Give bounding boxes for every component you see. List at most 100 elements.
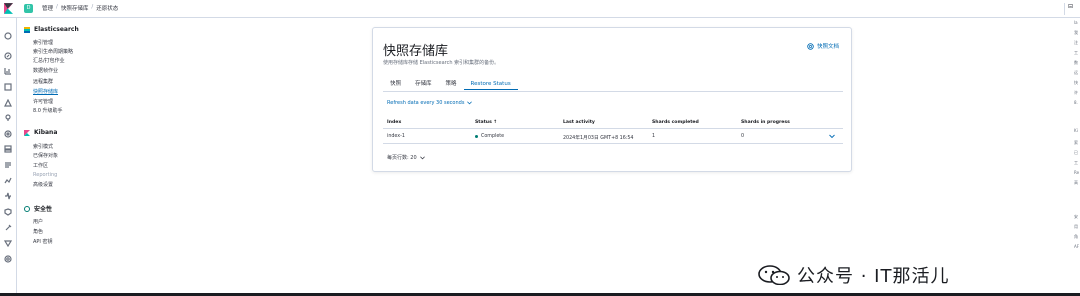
siem-icon[interactable] <box>4 201 12 216</box>
cropped-text: 角 <box>1074 234 1078 239</box>
management-sidenav: Elasticsearch 索引管理 索引生命周期策略 汇总/打包作业 数据帧作… <box>17 18 127 294</box>
breadcrumb-restore-status: 还原状态 <box>96 6 119 12</box>
sidebar-item-spaces[interactable]: 工作区 <box>33 162 48 169</box>
kibana-icon <box>24 129 30 136</box>
cropped-text: 远 <box>1074 70 1078 75</box>
refresh-label: Refresh data every 30 seconds <box>387 100 465 106</box>
kibana-logo[interactable] <box>0 0 17 17</box>
logs-icon[interactable] <box>4 154 12 168</box>
cropped-text: 8. <box>1074 100 1078 105</box>
elasticsearch-icon <box>24 26 30 33</box>
discover-icon[interactable] <box>4 45 12 60</box>
sidebar-item-api-keys[interactable]: API 密钥 <box>33 238 53 245</box>
cropped-text: Re <box>1074 170 1080 175</box>
tab-policies[interactable]: 策略 <box>439 78 464 90</box>
sidebar-item-rollup-jobs[interactable]: 汇总/打包作业 <box>33 57 65 64</box>
cell-index: index-1 <box>387 134 405 139</box>
nav-group-kibana: Kibana <box>24 129 57 136</box>
expand-row-icon[interactable] <box>829 134 835 139</box>
column-header-shards-in-progress[interactable]: Shards in progress <box>741 120 790 125</box>
breadcrumb-management[interactable]: 管理 <box>42 4 53 12</box>
sidebar-item-transforms[interactable]: 数据帧作业 <box>33 67 58 74</box>
nav-group-title: Kibana <box>34 129 58 136</box>
cell-shards-completed: 1 <box>652 134 656 139</box>
table-row: index-1 Complete 2024年1月03日 GMT+8 16:54 … <box>383 129 843 144</box>
chevron-down-icon <box>419 155 425 159</box>
sidebar-item-reporting[interactable]: Reporting <box>33 172 57 178</box>
column-header-index[interactable]: Index <box>387 120 401 125</box>
snapshot-docs-link[interactable]: 快照文档 <box>807 42 839 50</box>
cropped-text: 已 <box>1074 150 1078 155</box>
sidebar-item-remote-clusters[interactable]: 远程集群 <box>33 78 53 85</box>
cropped-text: 安 <box>1074 214 1078 219</box>
nav-group-title: Elasticsearch <box>34 26 79 33</box>
breadcrumb-separator: / <box>91 4 94 10</box>
cropped-text: 用 <box>1074 224 1078 229</box>
sidebar-item-index-patterns[interactable]: 索引模式 <box>33 143 53 150</box>
watermark-text: 公众号 · IT那活儿 <box>797 266 950 287</box>
sidebar-item-upgrade-assistant[interactable]: 8.0 升级助手 <box>33 107 63 114</box>
cropped-right-column: la 我 注 工 数 远 快 许 8. Ki 索 已 工 Re 高 安 用 角 … <box>1072 18 1080 294</box>
page-title: 快照存储库 <box>383 44 449 59</box>
tab-repositories[interactable]: 存储库 <box>408 78 439 90</box>
visualize-icon[interactable] <box>4 60 12 75</box>
ml-icon[interactable] <box>4 123 12 138</box>
sidebar-item-users[interactable]: 用户 <box>33 218 43 225</box>
chevron-down-icon <box>467 101 473 105</box>
page-description: 使用存储库存储 Elasticsearch 索引和集群的备份。 <box>383 60 500 66</box>
uptime-icon[interactable] <box>4 185 12 200</box>
sidebar-item-snapshot-repositories[interactable]: 快照存储库 <box>33 88 58 95</box>
status-dot-icon <box>475 135 478 138</box>
dashboard-icon[interactable] <box>4 76 12 91</box>
icon-rail <box>0 18 17 294</box>
breadcrumb: 管理 / 快照存储库 / 还原状态 <box>42 4 118 12</box>
sidebar-item-index-management[interactable]: 索引管理 <box>33 39 53 46</box>
cell-shards-in-progress: 0 <box>741 134 745 139</box>
maps-icon[interactable] <box>4 107 12 121</box>
sidebar-item-license-management[interactable]: 许可管理 <box>33 98 53 105</box>
cropped-text: 许 <box>1074 90 1078 95</box>
nav-group-elasticsearch: Elasticsearch <box>24 26 79 33</box>
cropped-text: Ki <box>1074 128 1078 133</box>
column-header-status[interactable]: Status ↑ <box>475 120 497 125</box>
apm-icon[interactable] <box>4 170 12 184</box>
sidebar-item-ilm-policies[interactable]: 索引生命周期策略 <box>33 48 73 55</box>
cropped-text: la <box>1074 20 1078 25</box>
security-icon <box>24 205 30 212</box>
cropped-text: 工 <box>1074 50 1078 55</box>
tab-bar: 快照 存储库 策略 Restore Status <box>383 78 518 90</box>
canvas-icon[interactable] <box>4 92 12 107</box>
dock-navigation-icon[interactable]: ⊟ <box>1068 3 1080 15</box>
tabs-divider <box>383 91 843 92</box>
tab-snapshots[interactable]: 快照 <box>383 78 408 90</box>
nav-group-security: 安全性 <box>24 204 52 213</box>
doc-link-label: 快照文档 <box>816 44 839 50</box>
kibana-logo-icon <box>4 3 13 14</box>
cropped-text: 注 <box>1074 40 1078 45</box>
tab-restore-status[interactable]: Restore Status <box>463 78 518 90</box>
sidebar-item-advanced-settings[interactable]: 高级设置 <box>33 181 53 188</box>
column-header-last-activity[interactable]: Last activity <box>563 120 595 125</box>
management-icon[interactable] <box>4 248 12 263</box>
space-avatar[interactable]: D <box>24 4 33 13</box>
topbar-divider <box>1064 3 1065 15</box>
help-icon <box>807 42 814 50</box>
infrastructure-icon[interactable] <box>4 138 12 153</box>
devtools-icon[interactable] <box>4 217 12 231</box>
cell-status: Complete <box>475 134 504 139</box>
column-header-shards-completed[interactable]: Shards completed <box>652 120 699 125</box>
sidebar-item-saved-objects[interactable]: 已保存对象 <box>33 152 58 159</box>
cropped-text: 工 <box>1074 160 1078 165</box>
cropped-text: 索 <box>1074 140 1078 145</box>
nav-group-title: 安全性 <box>34 206 53 213</box>
monitoring-icon[interactable] <box>3 232 13 248</box>
wechat-icon <box>758 265 790 285</box>
breadcrumb-snapshot-repositories[interactable]: 快照存储库 <box>61 4 89 12</box>
refresh-interval-dropdown[interactable]: Refresh data every 30 seconds <box>387 100 473 106</box>
breadcrumb-separator: / <box>56 4 58 10</box>
cell-last-activity: 2024年1月03日 GMT+8 16:54 <box>563 136 634 141</box>
watermark: 公众号 · IT那活儿 <box>757 262 949 288</box>
sidebar-item-roles[interactable]: 角色 <box>33 228 43 235</box>
rows-per-page-dropdown[interactable]: 每页行数: 20 <box>387 154 425 161</box>
recent-icon[interactable] <box>4 25 12 40</box>
